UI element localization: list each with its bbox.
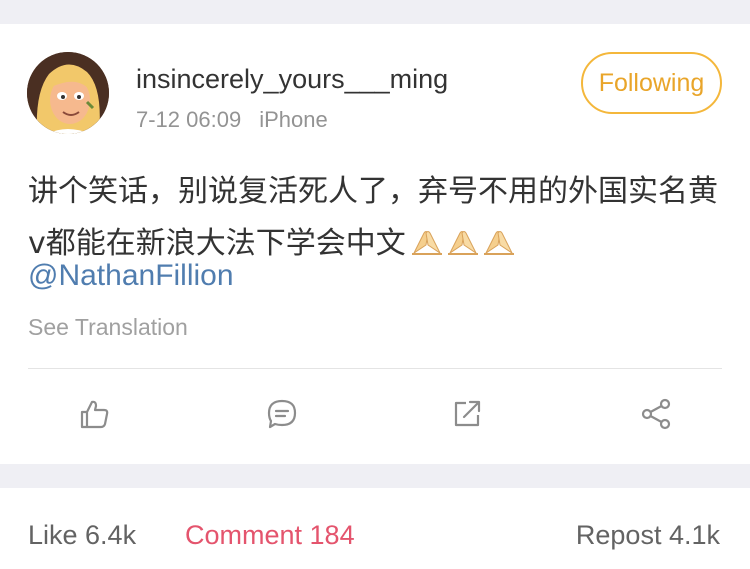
post-time: 7-12 06:09 (136, 107, 242, 132)
folded-hands-icon (411, 231, 442, 255)
stats-bar: Like 6.4k Comment 184 Repost 4.1k (0, 488, 750, 569)
comment-button[interactable] (262, 394, 302, 434)
avatar[interactable] (27, 52, 109, 134)
divider (28, 368, 722, 369)
folded-hands-icon (483, 231, 514, 255)
comment-tab[interactable]: Comment 184 (185, 520, 355, 551)
post-text: 讲个笑话，别说复活死人了，弃号不用的外国实名黄v都能在新浪大法下学会中文 (28, 174, 718, 261)
post-card: insincerely_yours___ming 7-12 06:09 iPhon… (0, 24, 750, 464)
folded-hands-icon (447, 231, 478, 255)
post-body: 讲个笑话，别说复活死人了，弃号不用的外国实名黄v都能在新浪大法下学会中文 (28, 166, 728, 270)
share-icon (641, 398, 671, 430)
like-tab[interactable]: Like 6.4k (28, 520, 136, 551)
like-button[interactable] (74, 394, 114, 434)
emoji-group (410, 227, 516, 257)
repost-tab[interactable]: Repost 4.1k (576, 520, 720, 551)
share-button[interactable] (636, 394, 676, 434)
repost-icon (454, 400, 481, 427)
comment-icon (267, 399, 297, 429)
username[interactable]: insincerely_yours___ming (136, 64, 448, 95)
following-button[interactable]: Following (581, 52, 722, 114)
see-translation-link[interactable]: See Translation (28, 314, 188, 341)
post-source: iPhone (259, 107, 328, 132)
repost-button[interactable] (447, 394, 487, 434)
post-meta: 7-12 06:09 iPhone (136, 107, 328, 133)
like-icon (80, 400, 109, 429)
avatar-image (27, 52, 109, 134)
mention-link[interactable]: @NathanFillion (28, 259, 234, 293)
